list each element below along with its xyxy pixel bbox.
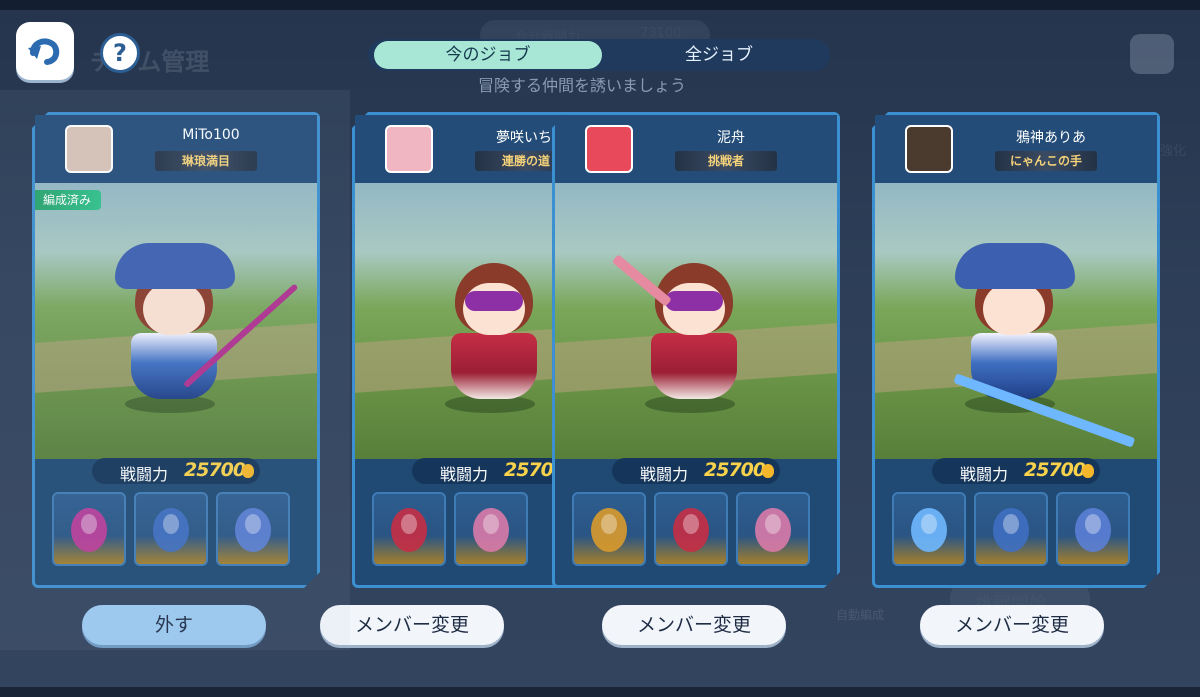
player-title: 挑戦者 [675, 151, 777, 171]
power-label: 戦闘力 [640, 465, 689, 484]
speaker-icon [1130, 34, 1174, 74]
equipment-slot[interactable] [892, 492, 966, 566]
player-title: にゃんこの手 [995, 151, 1097, 171]
back-arrow-icon [28, 38, 60, 65]
member-card[interactable]: MiTo100 琳琅満目 編成済み 戦闘力 25700 [32, 112, 320, 588]
coin-icon [242, 464, 254, 478]
crystal-sword-icon [894, 494, 964, 564]
blue-dress-icon [976, 494, 1046, 564]
remove-button[interactable]: 外す [82, 605, 266, 645]
character-preview [555, 183, 837, 459]
bottom-border [0, 687, 1200, 697]
power-row: 戦闘力 25700 [92, 458, 260, 484]
card-header: MiTo100 琳琅満目 [35, 115, 317, 183]
feather-mask-icon [738, 494, 808, 564]
tab-all-jobs[interactable]: 全ジョブ [608, 39, 830, 71]
dragon-helm-icon [1058, 494, 1128, 564]
avatar [65, 125, 113, 173]
dragon-helm-icon [218, 494, 288, 564]
page-subtitle: 冒険する仲間を誘いましょう [478, 76, 687, 95]
equipment-slot[interactable] [572, 492, 646, 566]
dragon-helm [115, 243, 235, 289]
member-card[interactable]: 鴉神ありあ にゃんこの手 戦闘力 25700 [872, 112, 1160, 588]
power-label: 戦闘力 [120, 465, 169, 484]
help-button[interactable]: ? [100, 33, 140, 73]
equipment-row [892, 492, 1140, 568]
player-name: MiTo100 [182, 127, 240, 143]
equipment-row [52, 492, 300, 568]
job-tabs: 今のジョブ 全ジョブ [368, 39, 830, 71]
power-label: 戦闘力 [960, 465, 1009, 484]
feather-mask-icon [456, 494, 526, 564]
dragon-helm [955, 243, 1075, 289]
feather-mask [665, 291, 723, 311]
status-badge: 編成済み [35, 190, 102, 210]
help-icon: ? [113, 39, 127, 67]
red-outfit-icon [374, 494, 444, 564]
character-outfit [451, 333, 537, 399]
avatar [385, 125, 433, 173]
back-button[interactable] [16, 22, 74, 80]
equipment-slot[interactable] [454, 492, 528, 566]
equipment-slot[interactable] [216, 492, 290, 566]
equipment-slot[interactable] [974, 492, 1048, 566]
power-row: 戦闘力 25700 [612, 458, 780, 484]
power-value: 25700 [704, 459, 766, 481]
player-name: 鴉神ありあ [1016, 130, 1086, 146]
change-member-button[interactable]: メンバー変更 [320, 605, 504, 645]
coin-icon [1082, 464, 1094, 478]
equipment-slot[interactable] [736, 492, 810, 566]
status-badge-label: 編成済み [43, 193, 92, 207]
player-name: 泥舟 [717, 130, 745, 146]
tab-current-job[interactable]: 今のジョブ [374, 41, 602, 69]
equipment-slot[interactable] [134, 492, 208, 566]
power-label: 戦闘力 [440, 465, 489, 484]
character-preview [875, 183, 1157, 459]
equipment-row [572, 492, 820, 568]
blue-dress-icon [136, 494, 206, 564]
power-value: 25700 [1024, 459, 1086, 481]
card-header: 鴉神ありあ にゃんこの手 [875, 115, 1157, 183]
game-screen: チーム管理 合計戦闘力 73100 強化 挑戦開始 自動編成 ? 今のジョブ 全… [0, 0, 1200, 697]
equipment-slot[interactable] [654, 492, 728, 566]
character-preview [35, 183, 317, 459]
change-member-button[interactable]: メンバー変更 [920, 605, 1104, 645]
character-outfit [651, 333, 737, 399]
character-face [143, 283, 205, 335]
power-row: 戦闘力 25700 [932, 458, 1100, 484]
player-title: 琳琅満目 [155, 151, 257, 171]
red-outfit-icon [656, 494, 726, 564]
change-member-button[interactable]: メンバー変更 [602, 605, 786, 645]
equipment-slot[interactable] [1056, 492, 1130, 566]
coin-icon [762, 464, 774, 478]
feather-mask [465, 291, 523, 311]
avatar [905, 125, 953, 173]
golden-sword-icon [574, 494, 644, 564]
character-face [983, 283, 1045, 335]
card-header: 泥舟 挑戦者 [555, 115, 837, 183]
power-value: 25700 [184, 459, 246, 481]
avatar [585, 125, 633, 173]
equipment-slot[interactable] [52, 492, 126, 566]
spear-icon [54, 494, 124, 564]
member-card[interactable]: 泥舟 挑戦者 戦闘力 25700 [552, 112, 840, 588]
equipment-slot[interactable] [372, 492, 446, 566]
